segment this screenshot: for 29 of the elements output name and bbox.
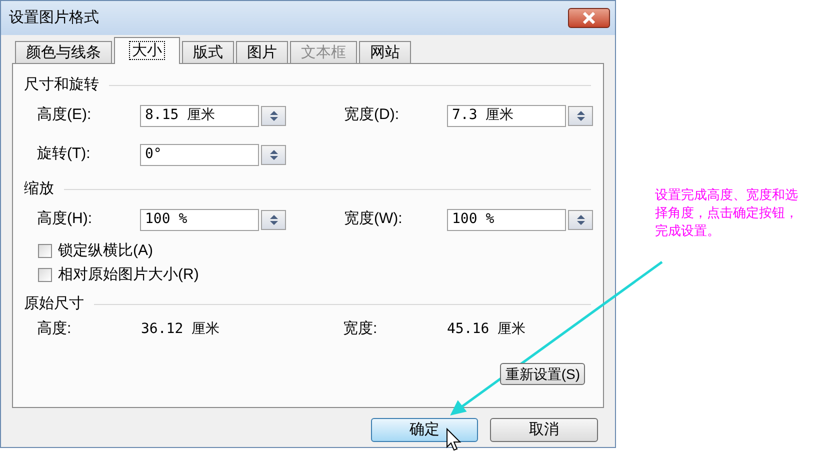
reading-label: 高度: — [37, 318, 72, 339]
reading-value: 36.12 厘米 — [140, 320, 221, 338]
spin-field[interactable]: 100 % — [140, 208, 259, 230]
tab[interactable]: 版式 — [182, 41, 234, 63]
checkbox-label: 锁定纵横比(A) — [58, 240, 153, 261]
reset-button[interactable]: 重新设置(S) — [500, 363, 585, 385]
checkbox-label: 相对原始图片大小(R) — [58, 264, 199, 285]
section-heading: 缩放 — [24, 178, 54, 199]
spin-field[interactable]: 8.15 厘米 — [140, 104, 259, 126]
section-heading: 原始尺寸 — [24, 294, 84, 314]
tab[interactable]: 大小 — [114, 37, 180, 64]
cancel-button[interactable]: 取消 — [490, 418, 598, 442]
spin-field[interactable]: 7.3 厘米 — [447, 104, 566, 126]
field-label: 宽度(D): — [344, 105, 400, 126]
tab[interactable]: 网站 — [359, 41, 411, 63]
ok-button[interactable]: 确定 — [371, 418, 478, 442]
field-label: 高度(H): — [37, 209, 93, 230]
field-label: 宽度(W): — [344, 209, 404, 230]
field-label: 高度(E): — [37, 105, 92, 126]
tab[interactable]: 颜色与线条 — [15, 41, 112, 63]
spin-field[interactable]: 0° — [140, 144, 259, 166]
window-title: 设置图片格式 — [9, 8, 99, 28]
reading-value: 45.16 厘米 — [446, 320, 527, 338]
reading-label: 宽度: — [343, 318, 378, 339]
section-heading: 尺寸和旋转 — [24, 74, 99, 95]
tab[interactable]: 图片 — [236, 41, 288, 63]
spin-field[interactable]: 100 % — [447, 208, 566, 230]
field-label: 旋转(T): — [37, 144, 92, 164]
annotation-text: 设置完成高度、宽度和选择角度，点击确定按钮，完成设置。 — [655, 186, 799, 240]
